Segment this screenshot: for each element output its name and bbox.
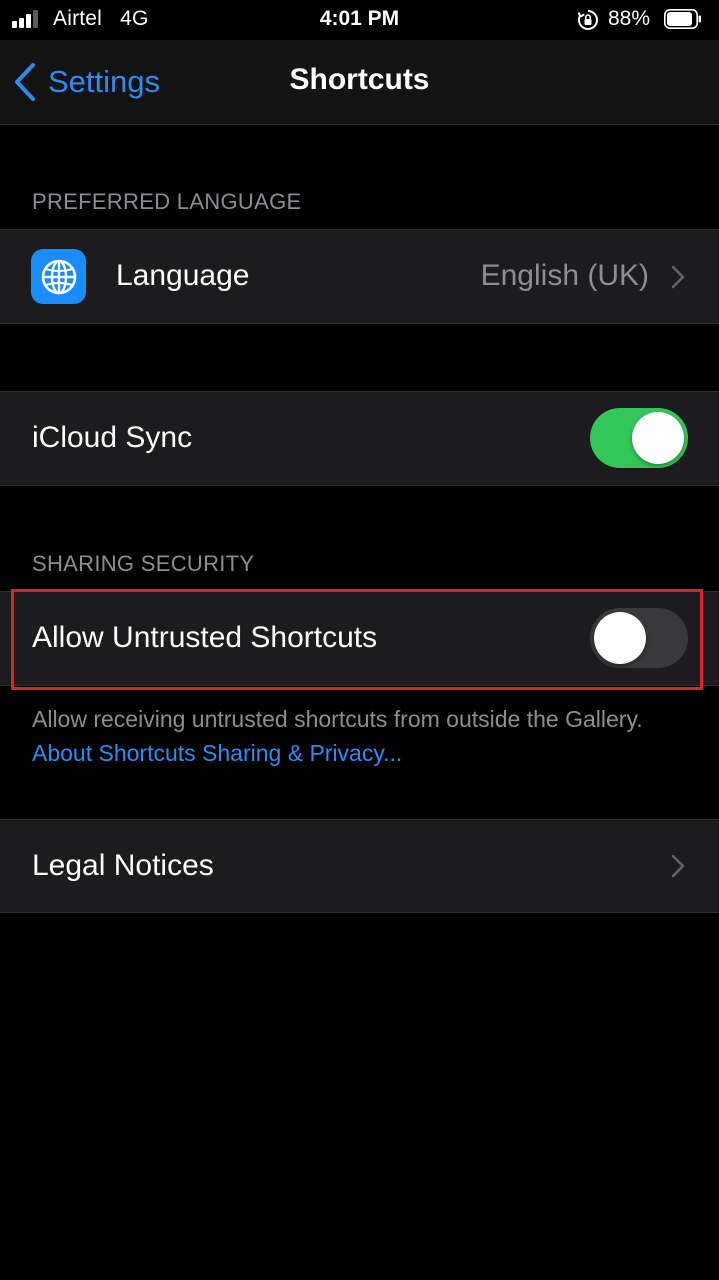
chevron-right-icon: [671, 854, 685, 878]
page-title: Shortcuts: [289, 63, 430, 96]
allow-untrusted-shortcuts-row: Allow Untrusted Shortcuts: [0, 591, 719, 686]
battery-percentage: 88%: [608, 7, 651, 30]
footer-description: Allow receiving untrusted shortcuts from…: [32, 706, 643, 732]
legal-notices-label: Legal Notices: [32, 849, 214, 882]
toggle-knob: [632, 412, 684, 464]
allow-untrusted-shortcuts-label: Allow Untrusted Shortcuts: [32, 621, 378, 654]
status-bar: Airtel 4G 4:01 PM 88%: [0, 0, 719, 40]
section-header-preferred-language: PREFERRED LANGUAGE: [32, 189, 302, 214]
navigation-bar: Settings Shortcuts: [0, 40, 719, 125]
chevron-right-icon: [671, 265, 685, 289]
sharing-security-footer: Allow receiving untrusted shortcuts from…: [32, 702, 692, 770]
language-label: Language: [116, 259, 250, 292]
language-value: English (UK): [480, 259, 649, 292]
rotation-lock-icon: [577, 10, 598, 30]
globe-icon: [31, 249, 86, 304]
allow-untrusted-shortcuts-toggle[interactable]: [590, 608, 688, 668]
about-sharing-privacy-link[interactable]: About Shortcuts Sharing & Privacy...: [32, 740, 402, 766]
toggle-knob: [594, 612, 646, 664]
legal-notices-row[interactable]: Legal Notices: [0, 819, 719, 913]
language-row[interactable]: Language English (UK): [0, 229, 719, 324]
icloud-sync-toggle[interactable]: [590, 408, 688, 468]
section-header-sharing-security: SHARING SECURITY: [32, 551, 255, 576]
icloud-sync-label: iCloud Sync: [32, 421, 193, 454]
battery-icon: [664, 9, 701, 29]
icloud-sync-row: iCloud Sync: [0, 391, 719, 486]
